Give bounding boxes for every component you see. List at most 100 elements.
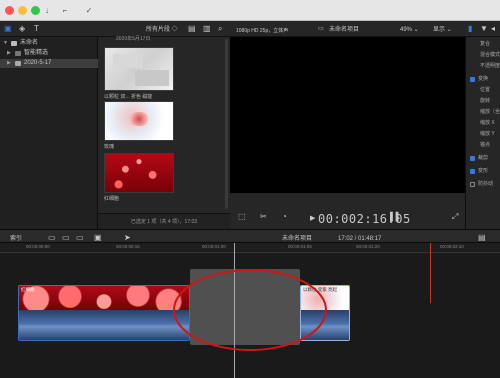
overwrite-dropdown-icon[interactable]: ▣ [94,233,102,243]
library-label: 未命名 [20,40,39,46]
checkbox-icon[interactable] [470,77,475,82]
clip-date-header: 2020年5月17日 [116,36,151,42]
inspector-label: 位置 [480,87,491,93]
timeline-toolbar: 索引 ▭ ▭ ▭ ▣ ➤ 未命名项目 17:02 / 01:48:17 ▤ [0,229,500,243]
inspector-row[interactable]: 位置 [466,85,500,96]
blurred-region [135,70,169,86]
inspector-label: 缩放（全部） [480,109,500,115]
inspector-row[interactable]: 缩放 X [466,118,500,129]
checkbox-icon[interactable] [470,182,475,187]
rose-image [127,112,151,126]
clip-thumbnail[interactable] [104,47,174,91]
timeline-settings-icon[interactable]: ▤ [478,233,486,243]
inspector-label: 不透明度 [480,63,500,69]
smart-collection-item[interactable]: ▶ 智能精选 [0,49,98,58]
zoom-window-button[interactable] [31,6,40,15]
titles-icon[interactable]: T [34,24,39,34]
viewer-project-title: 未命名项目 [329,27,360,33]
event-label: 2020-5-17 [24,60,52,66]
ruler-timecode: 00:00:00:00 [26,244,50,249]
close-window-button[interactable] [5,6,14,15]
display-dropdown[interactable]: 显示 ⌄ [433,25,452,35]
photos-icon[interactable]: ◈ [19,24,25,34]
timeline-ruler[interactable]: 00:00:00:00 00:00:00:15 00:00:01:00 00:0… [0,243,500,253]
clip-filter-dropdown[interactable]: 所有片段 ◇ [146,25,178,35]
minimize-window-button[interactable] [18,6,27,15]
audio-meter-icon[interactable]: ▌▌ [390,212,401,222]
inspector-label: 防抖动 [478,181,494,187]
filter-icon[interactable]: ▼ [480,24,488,34]
inspector-label: 旋转 [480,98,491,104]
checkbox-icon[interactable] [470,156,475,161]
inspector-row[interactable]: 锚点 [466,140,500,151]
clip-name: 红细胞 [21,287,35,292]
clip-thumbnail[interactable] [104,101,174,141]
libraries-icon[interactable]: ▣ [4,24,12,34]
event-item[interactable]: ▶ 2020-5-17 [0,59,98,68]
list-view-icon[interactable]: ▤ [188,24,196,34]
viewer-panel: ⬚ ✂ ◔ ▶ 00:002:16:05 ▌▌ ⤢ [230,37,465,229]
connect-clip-icon[interactable]: ▭ [48,233,56,243]
ruler-timecode: 00:00:01:20 [356,244,380,249]
checkbox-icon[interactable] [470,169,475,174]
key-icon[interactable]: ⌐ [58,4,72,17]
speed-icon[interactable]: ◔ [282,212,287,222]
audio-icon[interactable]: ◂ [491,24,495,34]
play-icon[interactable]: ▶ [310,214,315,224]
app-toolbar: ▣ ◈ T 所有片段 ◇ ▤ ▥ ⌕ 1080p HD 25p，立体声 ▭ 未命… [0,21,500,37]
ruler-timecode: 00:00:00:15 [116,244,140,249]
inspector-panel: 复合混合模式不透明度变换位置旋转缩放（全部） 缩放 X 缩放 Y 锚点裁剪变形防抖动 [465,37,500,229]
film-icon: ▭ [318,26,324,32]
ruler-timecode: 00:00:01:00 [202,244,226,249]
audio-waveform [19,310,189,340]
clip-caption: 玫瑰 [104,144,115,150]
ruler-timecode: 00:00:02:10 [440,244,464,249]
disclosure-right-icon[interactable]: ▶ [7,59,11,68]
browser-scrollbar[interactable] [225,39,228,209]
skimmer[interactable] [430,243,431,303]
inspector-row[interactable]: 旋转 [466,96,500,107]
inspector-label: 变形 [478,168,489,174]
clip-filmstrip [19,286,189,312]
disclosure-down-icon[interactable]: ▼ [3,39,8,48]
inspector-row[interactable]: 混合模式 [466,50,500,61]
viewer-controls: ⬚ ✂ ◔ ▶ 00:002:16:05 ▌▌ ⤢ [230,209,465,229]
clip-thumbnail[interactable] [104,153,174,193]
inspector-label: 复合 [480,41,491,47]
blurred-region [113,54,143,68]
append-clip-icon[interactable]: ▭ [76,233,84,243]
browser-selection-status: 已选定 1 项（共 4 项），17:03 [98,213,230,229]
tools-icon[interactable]: ✂ [260,212,267,222]
inspector-row[interactable]: 复合 [466,39,500,50]
folder-icon [15,51,21,56]
timeline-clip[interactable]: 红细胞 [18,285,190,341]
library-item[interactable]: ▼ 未命名 [0,39,98,48]
zoom-dropdown[interactable]: 49% ⌄ [400,25,419,35]
download-icon[interactable]: ↓ [40,4,54,17]
viewer-canvas[interactable] [230,37,465,193]
library-icon [11,41,17,46]
inspector-row[interactable]: 变形 [466,166,500,177]
transform-icon[interactable]: ⬚ [238,212,246,222]
inspector-row[interactable]: 裁剪 [466,153,500,164]
timeline-area[interactable]: 红细胞 以颗粒 变紫 亮起 [0,243,500,378]
search-icon[interactable]: ⌕ [218,24,222,34]
insert-clip-icon[interactable]: ▭ [62,233,70,243]
inspector-label: 裁剪 [478,155,489,161]
event-icon [15,61,21,66]
disclosure-right-icon[interactable]: ▶ [7,49,11,58]
inspector-row[interactable]: 缩放（全部） [466,107,500,118]
inspector-icon[interactable]: ▮ [468,24,472,34]
inspector-label: 混合模式 [480,52,500,58]
inspector-row[interactable]: 变换 [466,74,500,85]
inspector-row[interactable]: 缩放 Y [466,129,500,140]
filmstrip-view-icon[interactable]: ▥ [203,24,211,34]
fullscreen-icon[interactable]: ⤢ [452,212,458,222]
select-tool-icon[interactable]: ➤ [124,233,131,243]
annotation-circle [173,269,327,351]
inspector-row[interactable]: 防抖动 [466,179,500,190]
inspector-row[interactable]: 不透明度 [466,61,500,72]
clip-browser: 2020年5月17日 以颗粒 双... 折色 磁能 玫瑰 红细胞 已选定 1 项… [98,36,230,229]
ruler-timecode: 00:00:01:05 [288,244,312,249]
checkmark-icon[interactable]: ✓ [82,4,96,17]
